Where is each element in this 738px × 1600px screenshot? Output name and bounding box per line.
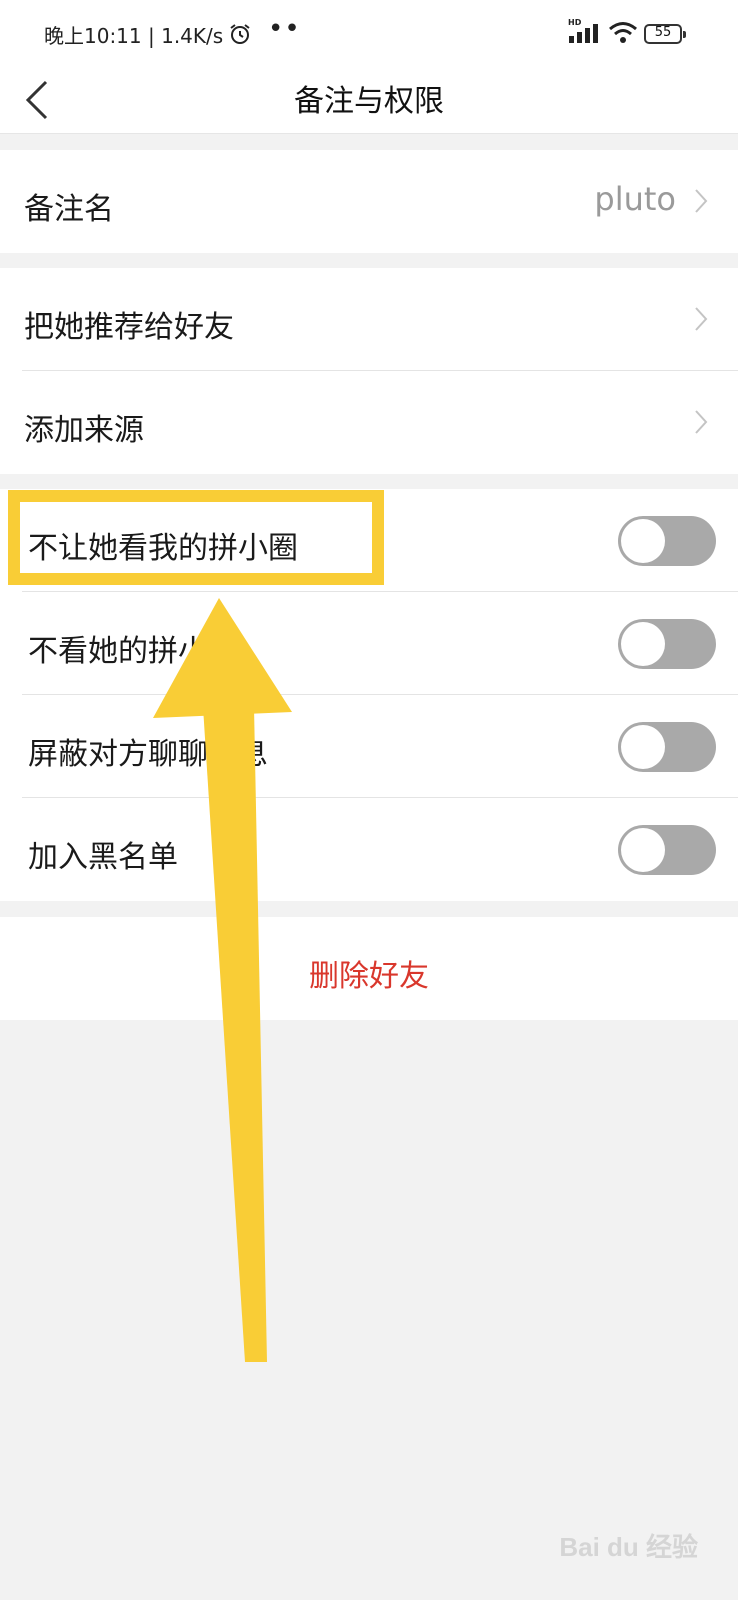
block-messages-row: 屏蔽对方聊聊消息 [0, 695, 738, 798]
hide-her-circle-row: 不看她的拼小圈 [0, 592, 738, 695]
chevron-right-icon [695, 307, 708, 331]
remark-row[interactable]: 备注名 pluto [0, 150, 738, 253]
alarm-icon [230, 24, 250, 44]
hide-my-circle-toggle[interactable] [618, 516, 716, 566]
source-row[interactable]: 添加来源 [0, 371, 738, 474]
hide-her-circle-label: 不看她的拼小圈 [28, 634, 238, 669]
toggle-knob [621, 519, 665, 563]
delete-group: 删除好友 [0, 917, 738, 1020]
annotation-highlight-box [8, 490, 384, 585]
status-time-speed: 晚上10:11 | 1.4K/s [44, 24, 224, 48]
recommend-label: 把她推荐给好友 [24, 310, 234, 345]
toggle-knob [621, 622, 665, 666]
status-dots: •• [268, 14, 301, 44]
blacklist-toggle[interactable] [618, 825, 716, 875]
delete-friend-label: 删除好友 [309, 959, 429, 994]
remark-value: pluto [594, 180, 676, 218]
links-group: 把她推荐给好友 添加来源 [0, 268, 738, 474]
nav-bar: 备注与权限 [0, 66, 738, 134]
battery-level: 55 [654, 25, 672, 40]
block-messages-toggle[interactable] [618, 722, 716, 772]
remark-group: 备注名 pluto [0, 150, 738, 253]
chevron-right-icon [695, 189, 708, 213]
status-bar: 晚上10:11 | 1.4K/s •• HD 55 [0, 0, 738, 66]
watermark-logo: Bai du 经验 [559, 1532, 698, 1562]
wifi-icon [609, 22, 637, 43]
signal-icon: HD [568, 18, 598, 43]
toggle-knob [621, 725, 665, 769]
block-messages-label: 屏蔽对方聊聊消息 [28, 737, 268, 772]
source-label: 添加来源 [24, 413, 144, 448]
network-type-label: HD [568, 18, 582, 27]
blacklist-row: 加入黑名单 [0, 798, 738, 901]
toggle-knob [621, 828, 665, 872]
blacklist-label: 加入黑名单 [28, 840, 178, 875]
recommend-row[interactable]: 把她推荐给好友 [0, 268, 738, 371]
battery-icon: 55 [644, 24, 686, 44]
chevron-right-icon [695, 410, 708, 434]
remark-label: 备注名 [24, 192, 114, 227]
delete-friend-button[interactable]: 删除好友 [0, 917, 738, 1020]
hide-her-circle-toggle[interactable] [618, 619, 716, 669]
page-title: 备注与权限 [294, 84, 444, 119]
